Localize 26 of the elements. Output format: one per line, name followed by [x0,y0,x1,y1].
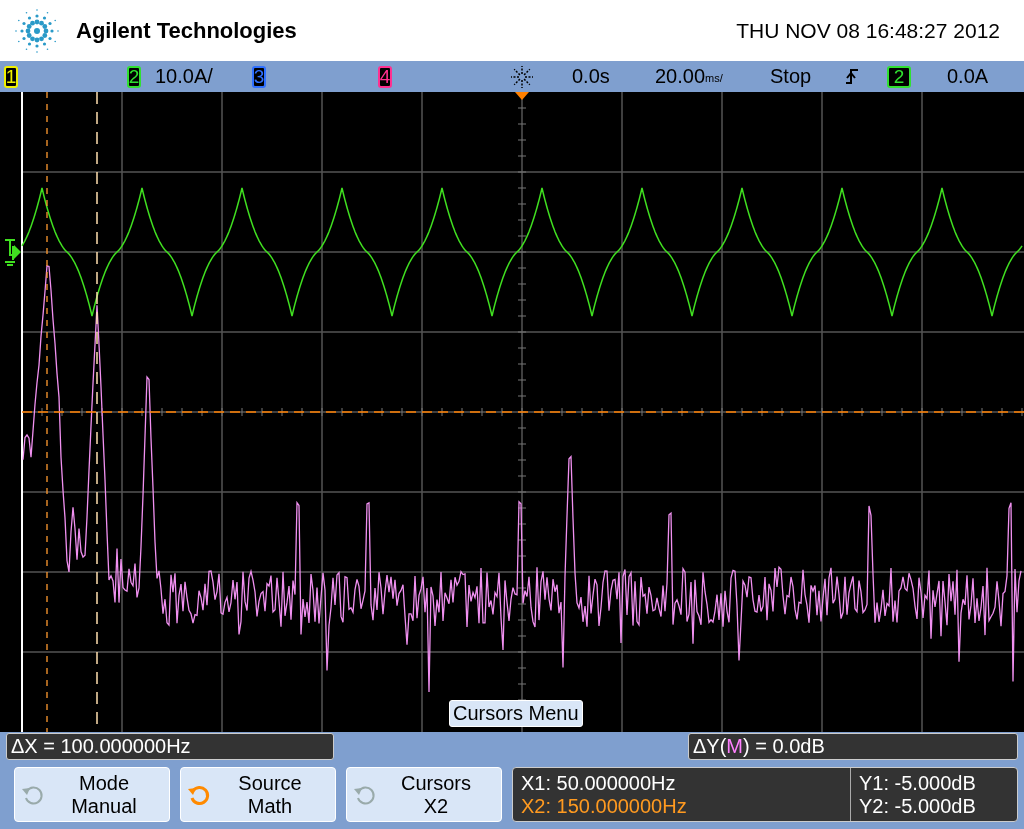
menu-label: Cursors Menu [449,700,583,727]
softkey[interactable]: Mode Manual [14,767,170,822]
trigger-level: 0.0A [947,65,989,88]
y2-readout: Y2: -5.000dB [859,794,977,818]
brand-name: Agilent Technologies [76,17,298,44]
softkey[interactable]: Cursors X2 [346,767,502,822]
timebase-value: 20.00ms/ [655,65,723,88]
x2-readout: X2: 150.000000Hz [521,794,688,818]
channel-number[interactable]: 3 [252,65,266,88]
delta-x-readout: ΔX = 100.000000Hz [6,733,334,760]
x1-readout: X1: 50.000000Hz [521,771,677,795]
asterisk-icon [510,64,534,89]
rising-edge-icon [845,66,859,87]
delta-y-readout: ΔY(M) = 0.0dB [688,733,1018,760]
channel-scale: 10.0A/ [155,65,213,88]
trigger-source[interactable]: 2 [887,65,911,88]
run-state: Stop [770,65,812,88]
date-time: THU NOV 08 16:48:27 2012 [736,18,1000,43]
channel-number[interactable]: 4 [378,65,392,88]
channel-number[interactable]: 1 [4,65,18,88]
softkey[interactable]: Source Math [180,767,336,822]
delay-value: 0.0s [572,65,610,88]
channel-number[interactable]: 2 [127,65,141,88]
y1-readout: Y1: -5.000dB [859,771,977,795]
x1-cursor-line[interactable] [46,92,48,732]
ground-marker-icon [4,239,21,266]
